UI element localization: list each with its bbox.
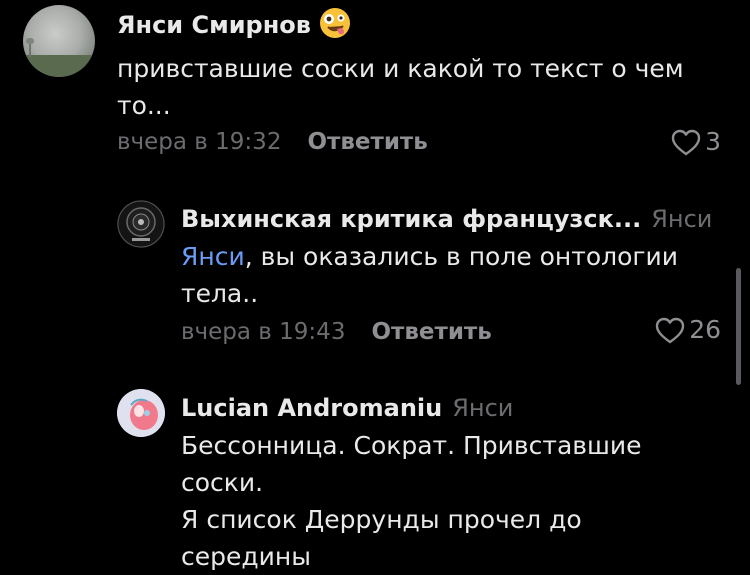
comment-text: Бессонница. Сократ. Привставшие соски. Я… [181,427,701,575]
heart-icon [655,317,685,343]
like-count: 3 [705,127,721,156]
comment-meta: вчера в 19:43 Ответить [181,317,492,347]
reply-to-name[interactable]: Янси [452,394,513,422]
scrollbar[interactable] [736,268,741,385]
comment-time: вчера в 19:43 [181,319,346,345]
reply-button[interactable]: Ответить [371,319,491,345]
avatar-image [23,38,95,77]
avatar[interactable] [117,389,165,437]
comment-header: Lucian Andromaniu Янси [181,392,513,424]
reply-to-name[interactable]: Янси [651,205,712,233]
comment-text: привставшие соски и какой то текст о чем… [117,54,684,120]
mention-link[interactable]: Янси [181,242,245,271]
reply-button[interactable]: Ответить [307,129,427,155]
like-count: 26 [689,315,721,344]
comment-meta: вчера в 19:32 Ответить [117,127,428,157]
avatar[interactable] [23,5,95,77]
comment-3: Lucian Andromaniu Янси Бессонница. Сократ… [0,380,750,572]
comment-text-line: Я список Деррунды прочел до середины [181,505,582,571]
author-name[interactable]: Выхинская критика французск... [181,205,641,233]
author-name[interactable]: Lucian Andromaniu [181,394,442,422]
comment-header: Янси Смирнов [117,7,351,47]
comment-text-body: , вы оказались в поле онтологии тела.. [181,242,679,308]
comment-2: Выхинская критика французск... Янси Янси,… [0,190,750,370]
like-button[interactable]: 3 [671,127,721,157]
comment-text-line: Бессонница. Сократ. Привставшие соски. [181,431,642,497]
comment-1: Янси Смирнов привставшие соски и какой т… [0,0,750,180]
comment-time: вчера в 19:32 [117,129,282,155]
avatar-image [117,389,165,437]
avatar-image [117,200,165,248]
comment-text: Янси, вы оказались в поле онтологии тела… [181,238,711,312]
crazy-face-emoji-icon [319,7,351,47]
like-button[interactable]: 26 [655,315,721,345]
heart-icon [671,129,701,155]
avatar[interactable] [117,200,165,248]
author-name[interactable]: Янси Смирнов [117,11,311,39]
comment-header: Выхинская критика французск... Янси [181,203,712,235]
